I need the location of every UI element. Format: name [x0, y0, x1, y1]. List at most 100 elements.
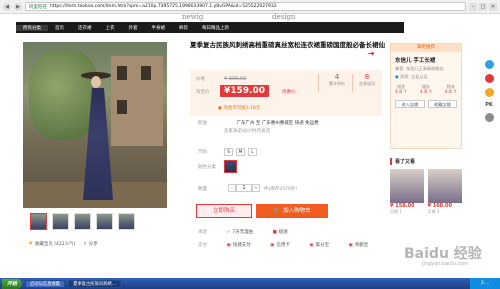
image-dress	[83, 88, 113, 200]
shipping-row: 配送 广东广州 至 广东惠州惠城区 快递 免运费	[198, 120, 319, 126]
pay-credit[interactable]: ▣ 信用卡	[270, 243, 290, 248]
image-window	[141, 66, 151, 80]
system-tray[interactable]: 3:...	[470, 278, 500, 289]
chat-icon[interactable]	[484, 60, 494, 69]
address-bar[interactable]: 阿里旺旺 https://item.taobao.com/item.htm?sp…	[25, 2, 466, 11]
cart-dock-icon[interactable]	[484, 74, 494, 83]
close-icon[interactable]: ✕	[489, 2, 497, 11]
taskbar-item[interactable]: 夏季复古民族风刺绣...	[68, 279, 121, 288]
stat-divider	[352, 74, 353, 92]
pay-yuebao[interactable]: ▣ 余额宝	[349, 243, 369, 248]
browser-toolbar: ◀ ▶ 阿里旺旺 https://item.taobao.com/item.ht…	[0, 0, 500, 14]
nav-pants[interactable]: 裤装	[172, 25, 195, 31]
yuebao-icon: ▣	[348, 243, 353, 248]
stat-sales: 8 交易成功	[354, 73, 380, 87]
image-model	[81, 72, 115, 204]
promise-7day[interactable]: ✓ 7天无理由	[226, 230, 253, 235]
stat-reviews[interactable]: 4 累计评价	[324, 73, 350, 87]
cart-icon: 🛒	[273, 208, 281, 214]
original-price: ¥ 399.00	[224, 76, 247, 82]
thumbnail[interactable]	[30, 213, 47, 230]
nav-all-categories[interactable]: 所有分类	[16, 24, 48, 31]
qty-input[interactable]: 1	[236, 184, 252, 192]
qty-plus-button[interactable]: +	[252, 184, 260, 192]
seller-actions: 进入店铺 收藏店铺	[391, 95, 461, 108]
bolt-icon: ■	[272, 230, 277, 235]
buy-now-button[interactable]: 立即购买	[196, 204, 252, 218]
nav-new-arrivals[interactable]: 每日精品上新	[195, 25, 236, 31]
see-also-title: 看了又看	[390, 158, 462, 165]
favorite-row: ★ 收藏宝贝 (422人气) ⇪ 分享	[28, 240, 98, 247]
pay-quick[interactable]: ▣ 快捷支付	[226, 243, 250, 248]
price-label: 价格	[196, 77, 205, 82]
size-option-l[interactable]: L	[248, 148, 257, 156]
watermark-sub: jingyan.baidu.com	[422, 261, 469, 267]
shop-ratings: 描述 4.8 ↑ 服务 4.8 ↑ 物流 4.8 ↑	[391, 80, 461, 95]
pay-points-label: 集分宝	[315, 243, 330, 248]
size-label: 尺码	[198, 150, 207, 155]
recommend-grid: ¥ 158.00 月销 1 ¥ 168.00 月销 3	[390, 169, 462, 215]
pay-points[interactable]: ▣ 集分宝	[309, 243, 329, 248]
recommend-item[interactable]: ¥ 168.00 月销 3	[427, 169, 463, 215]
rating-value: 4.8 ↑	[444, 90, 457, 95]
thumbnail[interactable]	[118, 213, 135, 230]
thumbnail[interactable]	[96, 213, 113, 230]
nav-coats[interactable]: 外套	[122, 25, 145, 31]
rating-label: 描述	[397, 84, 406, 89]
seller-qualification: ● 资质: 企业认证	[391, 72, 461, 80]
points-icon: ▣	[309, 243, 314, 248]
nav-home[interactable]: 首页	[48, 25, 71, 31]
coupon-label: 淘金币可抵3.18元	[223, 106, 261, 111]
see-also-panel: 看了又看 ¥ 158.00 月销 1 ¥ 168.00 月销 3	[390, 158, 462, 215]
brand-left: newig	[182, 13, 204, 21]
sales-label: 交易成功	[359, 81, 375, 86]
recommend-image	[427, 169, 462, 203]
size-option-s[interactable]: S	[224, 148, 233, 156]
start-button[interactable]: 开始	[2, 278, 23, 289]
pk-button[interactable]: PK	[485, 102, 493, 108]
back-icon[interactable]: ◀	[3, 2, 11, 11]
enter-shop-button[interactable]: 进入店铺	[395, 100, 425, 108]
nav-dress[interactable]: 连衣裙	[71, 25, 99, 31]
rating-service: 服务 4.8 ↑	[420, 84, 432, 95]
qty-minus-button[interactable]: –	[228, 184, 236, 192]
card-icon: ▣	[226, 243, 231, 248]
pay-yuebao-label: 余额宝	[354, 243, 369, 248]
coupon-text[interactable]: ● 淘金币可抵3.18元	[218, 105, 260, 111]
payment-row: 支付 ▣ 快捷支付 ▣ 信用卡 ▣ 集分宝 ▣ 余额宝	[198, 242, 368, 248]
shop-name[interactable]: 东信儿 手工长裙	[391, 52, 461, 64]
pointer-arrow-icon: ➜	[368, 49, 375, 58]
review-count: 4	[334, 73, 340, 81]
share-button[interactable]: ⇪ 分享	[83, 241, 97, 247]
size-option-m[interactable]: M	[236, 148, 245, 156]
seller-owner-text: 掌柜: 东信儿王高新刚商店	[395, 66, 444, 71]
color-swatch[interactable]	[224, 160, 237, 173]
thumbnail[interactable]	[52, 213, 69, 230]
favorite-dock-icon[interactable]	[484, 88, 494, 97]
nav-skirts[interactable]: 半身裙	[145, 25, 173, 31]
shipping-value[interactable]: 广东广州 至 广东惠州惠城区 快递 免运费	[236, 121, 318, 126]
add-cart-label: 加入购物车	[283, 208, 311, 214]
forward-icon[interactable]: ▶	[14, 2, 22, 11]
favorite-button[interactable]: ★ 收藏宝贝 (422人气)	[28, 240, 75, 247]
nav-tops[interactable]: 上衣	[99, 25, 122, 31]
promise-fast[interactable]: ■ 极速	[273, 230, 288, 235]
recommend-item[interactable]: ¥ 158.00 月销 1	[390, 169, 425, 215]
payment-label: 支付	[198, 243, 207, 248]
thumbnail[interactable]	[74, 213, 91, 230]
credit-card-icon: ▣	[270, 243, 275, 248]
rating-description: 描述 4.8 ↑	[395, 84, 407, 95]
taskbar-item[interactable]: 启动与信息收集	[25, 279, 66, 288]
top-icon[interactable]	[484, 113, 494, 122]
promise-fast-label: 极速	[278, 230, 288, 235]
promise-7day-label: 7天无理由	[232, 230, 254, 235]
product-main-image[interactable]	[23, 42, 167, 208]
minimize-icon[interactable]: –	[469, 2, 477, 11]
add-to-cart-button[interactable]: 🛒 加入购物车	[256, 204, 328, 218]
promise-label: 承诺	[198, 230, 207, 235]
wangwang-label: 阿里旺旺	[29, 4, 47, 10]
favorite-shop-button[interactable]: 收藏店铺	[427, 100, 457, 108]
rating-label: 物流	[446, 84, 455, 89]
shipping-label: 配送	[198, 121, 207, 126]
maximize-icon[interactable]: □	[479, 2, 487, 11]
